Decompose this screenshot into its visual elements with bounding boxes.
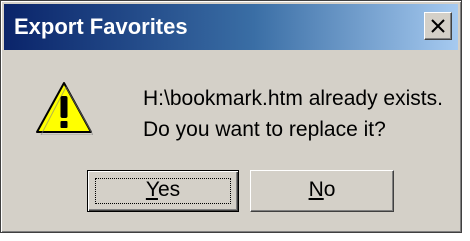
message-text: H:\bookmark.htm already exists. Do you w… [143,83,443,145]
message-line-2: Do you want to replace it? [143,118,386,141]
title-bar[interactable]: Export Favorites [4,4,458,50]
no-button[interactable]: No [250,170,394,212]
no-mnemonic: N [308,178,324,201]
window-title: Export Favorites [14,14,188,39]
yes-mnemonic: Y [145,178,158,201]
yes-button-label: Yes [146,171,180,209]
warning-icon [36,82,93,135]
yes-button[interactable]: Yes [87,170,239,212]
yes-label-rest: es [157,178,181,201]
close-icon [431,19,445,33]
message-line-1: H:\bookmark.htm already exists. [143,87,443,110]
no-label-rest: o [323,178,336,201]
close-button[interactable] [424,12,452,40]
export-favorites-dialog: Export Favorites H:\bookmark.htm already… [0,0,462,233]
no-button-label: No [309,171,336,209]
